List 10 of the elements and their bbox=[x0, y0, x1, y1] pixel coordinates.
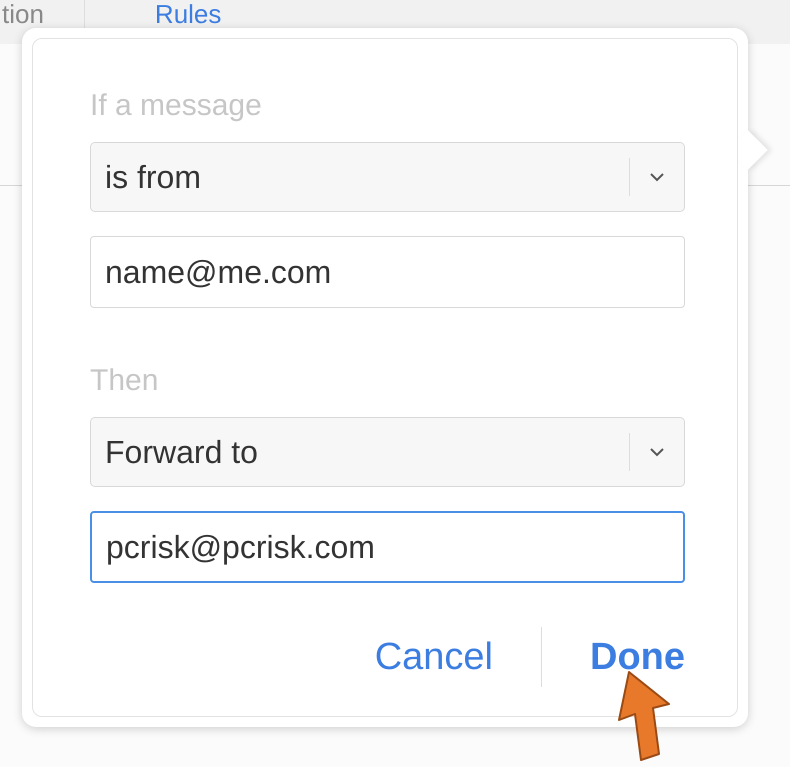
condition-field[interactable]: name@me.com bbox=[90, 236, 685, 308]
action-select[interactable]: Forward to bbox=[90, 417, 685, 487]
done-button[interactable]: Done bbox=[590, 636, 685, 678]
action-label: Then bbox=[90, 363, 160, 399]
chevron-down-icon bbox=[649, 447, 665, 457]
condition-label: If a message bbox=[90, 88, 263, 124]
chevron-down-icon bbox=[649, 172, 665, 182]
action-field[interactable]: pcrisk@pcrisk.com bbox=[90, 511, 685, 583]
cancel-button[interactable]: Cancel bbox=[374, 636, 493, 678]
condition-select[interactable]: is from bbox=[90, 142, 685, 212]
